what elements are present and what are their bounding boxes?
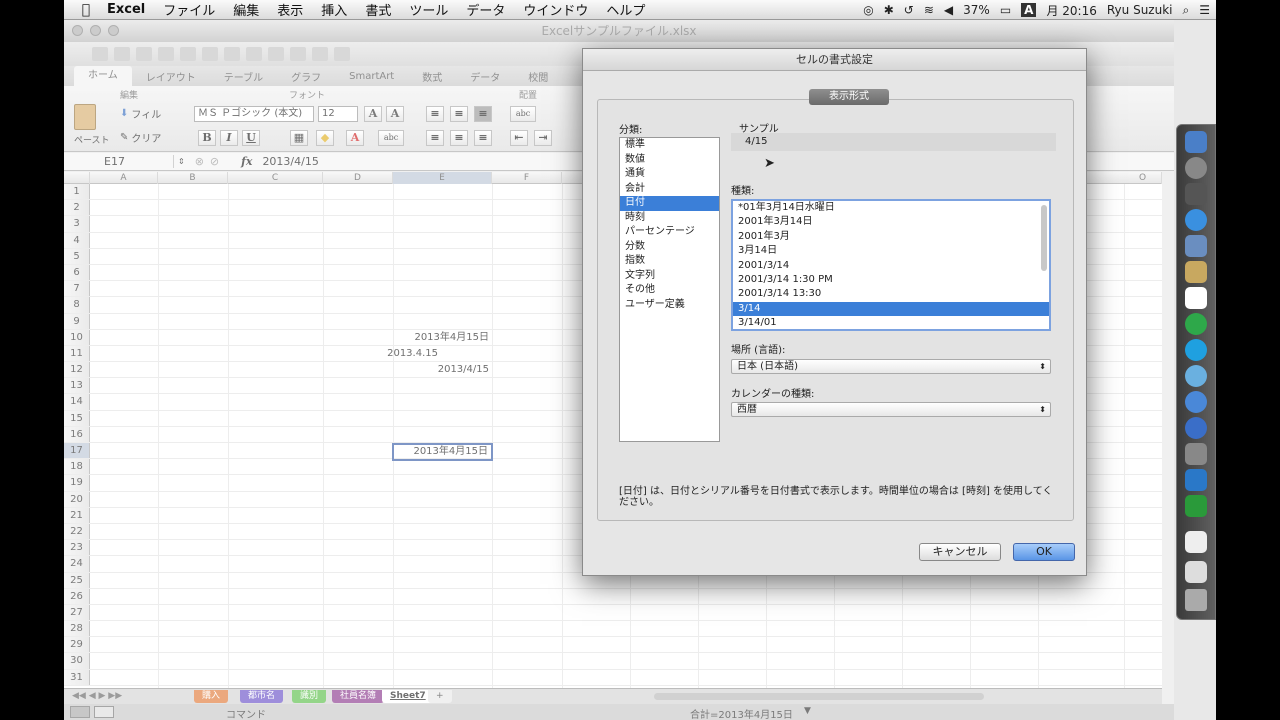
document-icon[interactable] xyxy=(1185,531,1207,553)
list-item[interactable]: 3/14/01 xyxy=(733,316,1049,329)
list-item[interactable]: 会計 xyxy=(620,182,719,197)
mouse-cursor-icon: ➤ xyxy=(764,156,775,171)
list-item[interactable]: パーセンテージ xyxy=(620,225,719,240)
list-item[interactable]: 2001/3/14 xyxy=(733,259,1049,273)
menu-bar:  Excel ファイル 編集 表示 挿入 書式 ツール データ ウインドウ ヘ… xyxy=(64,0,1216,20)
wifi-icon[interactable]: ≋ xyxy=(924,3,934,17)
list-item[interactable]: ユーザー定義 xyxy=(620,298,719,313)
calendar-select[interactable]: 西暦 ⬍ xyxy=(731,402,1051,417)
list-item[interactable]: 2001年3月 xyxy=(733,230,1049,244)
finder-icon[interactable] xyxy=(1185,131,1207,153)
sample-value: 4/15 xyxy=(731,133,1056,151)
downloads-icon[interactable] xyxy=(1185,561,1207,583)
spotlight-icon[interactable]: ⌕ xyxy=(1183,3,1190,18)
battery-icon[interactable]: ▭ xyxy=(1000,3,1011,17)
menu-tools[interactable]: ツール xyxy=(400,0,457,19)
list-item[interactable]: 3月14日 xyxy=(733,244,1049,258)
list-item[interactable]: 2001年3月14日 xyxy=(733,215,1049,229)
contacts-icon[interactable] xyxy=(1185,261,1207,283)
list-item[interactable]: 文字列 xyxy=(620,269,719,284)
volume-icon[interactable]: ◀ xyxy=(944,3,953,17)
itunes-icon[interactable] xyxy=(1185,365,1207,387)
safari-icon[interactable] xyxy=(1185,209,1207,231)
format-cells-dialog: セルの書式設定 表示形式 分類: 標準 数値 通貨 会計 日付 時刻 パーセンテージ 分数 指数… xyxy=(582,48,1087,576)
trash-icon[interactable] xyxy=(1185,589,1207,611)
list-item[interactable]: 標準 xyxy=(620,138,719,153)
skype-icon[interactable] xyxy=(1185,339,1207,361)
apple-icon[interactable]:  xyxy=(74,2,98,18)
list-item[interactable]: *01年3月14日水曜日 xyxy=(733,201,1049,215)
excel-icon[interactable] xyxy=(1185,495,1207,517)
utility-icon[interactable] xyxy=(1185,443,1207,465)
screen:  Excel ファイル 編集 表示 挿入 書式 ツール データ ウインドウ ヘ… xyxy=(64,0,1216,720)
window-title: Excelサンプルファイル.xlsx xyxy=(541,24,697,38)
chevron-updown-icon: ⬍ xyxy=(1039,405,1046,414)
mail-icon[interactable] xyxy=(1185,235,1207,257)
calendar-label: カレンダーの種類: xyxy=(731,389,815,400)
menu-window[interactable]: ウインドウ xyxy=(514,0,597,19)
word-icon[interactable] xyxy=(1185,469,1207,491)
minimize-icon[interactable] xyxy=(90,25,101,36)
mission-control-icon[interactable] xyxy=(1185,183,1207,205)
clock[interactable]: 月 20:16 xyxy=(1046,2,1096,19)
timemachine-icon[interactable]: ↺ xyxy=(904,3,914,17)
chrome-icon[interactable] xyxy=(1185,313,1207,335)
bluetooth-icon[interactable]: ✱ xyxy=(884,3,894,17)
calendar-select-value: 西暦 xyxy=(737,404,757,415)
format-description: [日付] は、日付とシリアル番号を日付書式で表示します。時間単位の場合は [時刻… xyxy=(619,486,1053,508)
menu-format[interactable]: 書式 xyxy=(356,0,400,19)
menu-data[interactable]: データ xyxy=(457,0,514,19)
input-source[interactable]: A xyxy=(1021,3,1037,17)
launchpad-icon[interactable] xyxy=(1185,157,1207,179)
locale-label: 場所 (言語): xyxy=(731,345,786,356)
menu-view[interactable]: 表示 xyxy=(268,0,312,19)
list-item[interactable]: 指数 xyxy=(620,254,719,269)
list-item[interactable]: 数値 xyxy=(620,153,719,168)
menu-edit[interactable]: 編集 xyxy=(224,0,268,19)
category-label: 分類: xyxy=(619,125,643,136)
locale-select-value: 日本 (日本語) xyxy=(737,361,798,372)
window-titlebar: Excelサンプルファイル.xlsx xyxy=(64,20,1174,42)
menu-app[interactable]: Excel xyxy=(98,2,154,17)
chevron-updown-icon: ⬍ xyxy=(1039,362,1046,371)
locale-select[interactable]: 日本 (日本語) ⬍ xyxy=(731,359,1051,374)
list-item[interactable]: その他 xyxy=(620,283,719,298)
list-item[interactable]: 分数 xyxy=(620,240,719,255)
type-list[interactable]: *01年3月14日水曜日 2001年3月14日 2001年3月 3月14日 2001/3… xyxy=(731,199,1051,331)
list-item[interactable]: 通貨 xyxy=(620,167,719,182)
type-label: 種類: xyxy=(731,186,755,197)
dialog-title: セルの書式設定 xyxy=(583,49,1086,71)
calendar-icon[interactable] xyxy=(1185,287,1207,309)
category-list[interactable]: 標準 数値 通貨 会計 日付 時刻 パーセンテージ 分数 指数 文字列 その他 ユーザー定義 xyxy=(619,137,720,442)
window-controls xyxy=(72,25,119,36)
list-item[interactable]: 2001/3/14 1:30 PM xyxy=(733,273,1049,287)
list-item[interactable]: 3/14 xyxy=(733,301,1049,317)
app-store-icon[interactable] xyxy=(1185,391,1207,413)
tab-number-format[interactable]: 表示形式 xyxy=(809,89,889,105)
dock xyxy=(1176,124,1216,620)
list-item[interactable]: 日付 xyxy=(620,196,719,211)
battery-percent[interactable]: 37% xyxy=(963,3,990,17)
notification-icon[interactable]: ☰ xyxy=(1199,3,1210,17)
status-menus: ◎ ✱ ↺ ≋ ◀ 37% ▭ A 月 20:16 Ryu Suzuki ⌕ ☰ xyxy=(863,0,1210,20)
zoom-icon[interactable] xyxy=(108,25,119,36)
list-item[interactable]: 2001/3/14 13:30 xyxy=(733,287,1049,301)
system-prefs-icon[interactable] xyxy=(1185,417,1207,439)
list-scrollbar[interactable] xyxy=(1041,205,1047,271)
list-item[interactable]: 時刻 xyxy=(620,211,719,226)
ok-button[interactable]: OK xyxy=(1013,543,1075,561)
menu-help[interactable]: ヘルプ xyxy=(597,0,654,19)
cancel-button[interactable]: キャンセル xyxy=(919,543,1001,561)
sync-icon[interactable]: ◎ xyxy=(863,3,873,17)
menu-insert[interactable]: 挿入 xyxy=(312,0,356,19)
close-icon[interactable] xyxy=(72,25,83,36)
menu-file[interactable]: ファイル xyxy=(154,0,224,19)
user-name[interactable]: Ryu Suzuki xyxy=(1107,3,1173,17)
